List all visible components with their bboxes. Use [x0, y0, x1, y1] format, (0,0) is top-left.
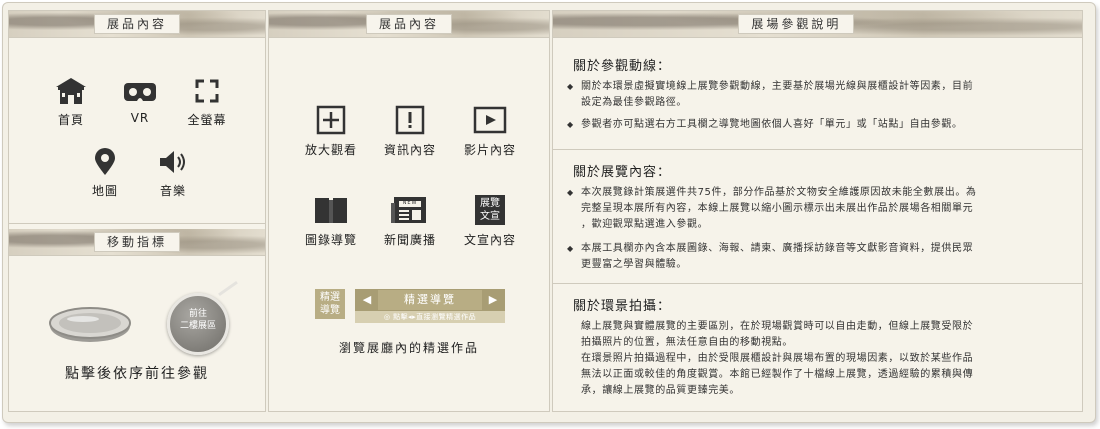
fullscreen-button[interactable]: 全螢幕 — [177, 77, 237, 128]
panel3-header-band: 展場參觀說明 — [553, 11, 1082, 38]
news-label: 新聞廣播 — [383, 233, 436, 247]
vr-headset-icon — [124, 83, 156, 101]
home-button[interactable]: 首頁 — [41, 77, 101, 128]
section-route-title: 關於參觀動線： — [573, 59, 672, 74]
content-bullet-1: ◆ 本次展覽錄計策展選件共75件，部分作品基於文物安全維護原因故未能全數展出。為… — [567, 187, 977, 230]
info-button[interactable]: 資訊內容 — [375, 105, 445, 158]
music-label: 音樂 — [159, 184, 186, 198]
featured-badge[interactable]: 精選 導覽 — [315, 289, 345, 319]
speaker-icon — [160, 151, 185, 173]
bullet-diamond-icon: ◆ — [567, 120, 574, 129]
panel1-header-band: 展品內容 — [9, 11, 265, 38]
panel3-header-title: 展場參觀說明 — [738, 14, 855, 34]
panel1-divider — [9, 223, 265, 224]
promo-label: 文宣內容 — [463, 233, 516, 247]
promo-button[interactable]: 展覽 文宣 文宣內容 — [455, 195, 525, 248]
bullet-diamond-icon: ◆ — [567, 188, 574, 197]
hotspot-label-line2: 二樓展區 — [179, 321, 216, 331]
move-caption: 點擊後依序前往參觀 — [65, 366, 209, 382]
featured-prev-button[interactable]: ◀ — [356, 290, 378, 310]
bullet-diamond-icon: ◆ — [567, 82, 574, 91]
vr-button[interactable]: VR — [110, 77, 170, 125]
panel1-header-title: 展品內容 — [93, 14, 181, 34]
music-button[interactable]: 音樂 — [143, 148, 203, 199]
temple-icon — [56, 78, 86, 104]
move-header-title: 移動指標 — [93, 232, 181, 252]
home-label: 首頁 — [57, 113, 84, 127]
info-exclamation-icon — [395, 105, 425, 135]
fullscreen-label: 全螢幕 — [187, 113, 227, 127]
hotspot-next-area-button[interactable]: 前往 二樓展區 — [167, 293, 229, 355]
floor-pointer-disc-icon[interactable] — [47, 303, 133, 345]
content-bullet-2: ◆ 本展工具欄亦內含本展圖錄、海報、請柬、廣播採訪錄音等文獻影音資料，提供民眾 … — [567, 243, 974, 270]
section-photography-title: 關於環景拍攝： — [573, 299, 672, 314]
zoom-button[interactable]: 放大觀看 — [296, 105, 366, 158]
photography-paragraph: 線上展覽與實體展覽的主要區別，在於現場觀賞時可以自由走動，但線上展覽受限於 拍攝… — [581, 321, 974, 396]
video-button[interactable]: 影片內容 — [455, 105, 525, 158]
featured-bar-title: 精選導覽 — [404, 293, 456, 306]
newspaper-icon: NEW — [390, 195, 430, 225]
featured-nav-bar: ◀ 精選導覽 ▶ — [355, 289, 505, 311]
featured-badge-line2: 導覽 — [320, 305, 340, 316]
promo-badge-line1: 展覽 — [480, 198, 500, 209]
catalog-book-icon — [315, 198, 347, 223]
hotspot-label-line1: 前往 — [188, 309, 207, 319]
map-button[interactable]: 地圖 — [75, 148, 135, 199]
news-button[interactable]: NEW 新聞廣播 — [375, 195, 445, 248]
featured-badge-line1: 精選 — [320, 292, 340, 303]
move-header-band: 移動指標 — [9, 229, 265, 256]
video-label: 影片內容 — [463, 143, 516, 157]
promo-badge-line2: 文宣 — [480, 211, 500, 222]
route-bullet-1: ◆ 關於本環景虛擬實境線上展覽參觀動線，主要基於展場光線與展櫃設計等因素，目前 … — [567, 81, 974, 108]
panel3-divider-1 — [553, 149, 1082, 150]
panel-exhibit-content: 展品內容 放大觀看 資訊內容 影片內容 圖錄導覽 NEW 新聞廣播 展覽 文宣 … — [268, 10, 550, 412]
vr-label: VR — [130, 111, 150, 125]
newspaper-tag: NEW — [402, 200, 418, 206]
video-play-icon — [473, 106, 507, 134]
info-label: 資訊內容 — [383, 143, 436, 157]
route-bullet-2: ◆ 參觀者亦可點選右方工具欄之導覽地圖依個人喜好「單元」或「站點」自由參觀。 — [567, 117, 1072, 133]
featured-next-button[interactable]: ▶ — [482, 290, 504, 310]
catalog-label: 圖錄導覽 — [304, 233, 357, 247]
zoom-plus-icon — [316, 105, 346, 135]
zoom-label: 放大觀看 — [304, 143, 357, 157]
section-content-title: 關於展覽內容： — [573, 165, 672, 180]
panel-basic-controls: 展品內容 首頁 VR 全螢幕 地圖 音樂 移動指標 前往 二樓展區 點擊後依序前… — [8, 10, 266, 412]
panel2-header-band: 展品內容 — [269, 11, 549, 38]
panel3-divider-2 — [553, 283, 1082, 284]
promo-badge-icon: 展覽 文宣 — [475, 195, 505, 225]
featured-hint: ◎ 點擊◂▸直接瀏覽精選作品 — [355, 311, 505, 323]
hotspot-sparkle — [218, 280, 238, 297]
panel-visit-instructions: 展場參觀說明 關於參觀動線： ◆ 關於本環景虛擬實境線上展覽參觀動線，主要基於展… — [552, 10, 1083, 412]
map-pin-icon — [95, 148, 115, 175]
featured-caption: 瀏覽展廳內的精選作品 — [338, 341, 479, 355]
catalog-button[interactable]: 圖錄導覽 — [296, 195, 366, 248]
fullscreen-icon — [195, 79, 219, 103]
panel2-header-title: 展品內容 — [365, 14, 453, 34]
map-label: 地圖 — [91, 184, 118, 198]
bullet-diamond-icon: ◆ — [567, 244, 574, 253]
